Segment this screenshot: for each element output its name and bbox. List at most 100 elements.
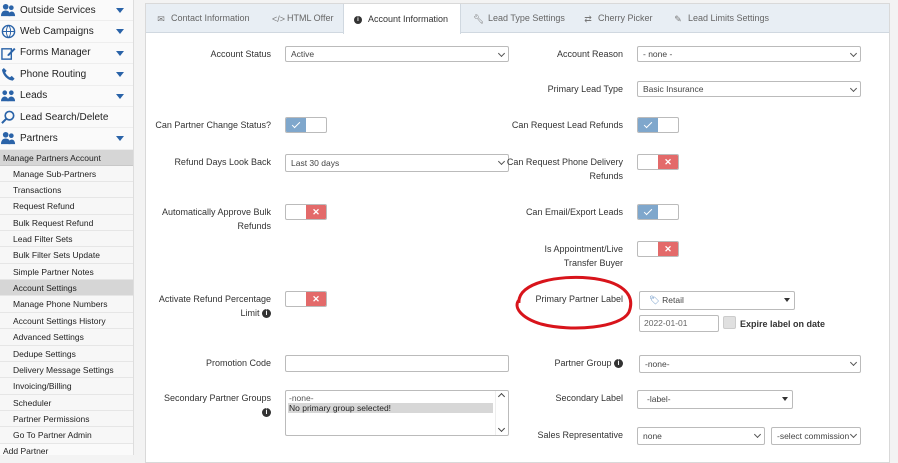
account-reason-label: Account Reason: [556, 49, 623, 59]
caret-down-icon[interactable]: [116, 72, 124, 78]
sidebar-subitem-bulk-filter-sets-update[interactable]: Bulk Filter Sets Update: [0, 247, 133, 264]
primary-partner-label-select[interactable]: 🏷︎ Retail: [639, 291, 795, 310]
tab-label: Lead Limits Settings: [688, 13, 770, 23]
sidebar-item-phone-routing[interactable]: Phone Routing: [0, 64, 133, 86]
sidebar-submenu: Manage Sub-Partners Transactions Request R…: [0, 165, 133, 444]
sidebar-item-label: Partners: [20, 133, 58, 145]
sidebar-subitem-transactions[interactable]: Transactions: [0, 182, 133, 199]
sidebar-item-label: Lead Search/Delete: [20, 111, 109, 123]
sidebar-item-forms-manager[interactable]: Forms Manager: [0, 43, 133, 65]
check-icon: [286, 118, 306, 132]
refund-days-look-back-label: Refund Days Look Back: [174, 157, 271, 167]
primary-lead-type-select[interactable]: Basic Insurance: [637, 81, 861, 97]
expire-label-checkbox[interactable]: [723, 316, 736, 329]
list-option[interactable]: -none-: [286, 391, 508, 403]
auto-approve-bulk-refunds-label: Automatically Approve Bulk Refunds: [161, 207, 271, 231]
sidebar: Outside Services Web Campaigns Forms Manag…: [0, 0, 134, 455]
group-icon: [1, 89, 16, 104]
tab-label: Cherry Picker: [598, 13, 653, 23]
tab-cherry-picker[interactable]: ⇄ Cherry Picker: [583, 4, 663, 33]
refund-days-look-back-select[interactable]: Last 30 days: [285, 154, 509, 172]
auto-approve-bulk-refunds-toggle[interactable]: ✕: [285, 204, 327, 220]
caret-down-icon[interactable]: [116, 50, 124, 56]
partner-group-text: Partner Group: [554, 358, 612, 368]
sales-representative-select[interactable]: none: [637, 427, 765, 445]
can-request-phone-delivery-refunds-toggle[interactable]: ✕: [637, 154, 679, 170]
is-appointment-live-transfer-toggle[interactable]: ✕: [637, 241, 679, 257]
activate-refund-percentage-limit-toggle[interactable]: ✕: [285, 291, 327, 307]
sidebar-item-partners[interactable]: Partners: [0, 128, 133, 150]
sidebar-subitem-account-settings-history[interactable]: Account Settings History: [0, 312, 133, 330]
tab-lead-limits-settings[interactable]: ✎ Lead Limits Settings: [673, 4, 783, 33]
tab-html-offer[interactable]: </> HTML Offer: [272, 4, 342, 33]
account-status-value: Active: [291, 49, 315, 59]
caret-down-icon[interactable]: [116, 8, 124, 13]
scroll-down-icon[interactable]: [497, 424, 506, 433]
account-reason-select[interactable]: - none -: [637, 46, 861, 62]
close-icon: ✕: [658, 242, 678, 256]
tab-label: Lead Type Settings: [488, 13, 565, 23]
chevron-down-icon: [849, 358, 858, 367]
users-icon: [1, 3, 16, 18]
caret-down-icon[interactable]: [116, 136, 124, 142]
sidebar-item-outside-services[interactable]: Outside Services: [0, 0, 133, 22]
tab-account-information[interactable]: i Account Information: [343, 4, 461, 34]
sidebar-subitem-scheduler[interactable]: Scheduler: [0, 394, 133, 411]
secondary-partner-groups-listbox[interactable]: -none- No primary group selected!: [285, 390, 509, 436]
caret-down-icon: [784, 298, 790, 302]
list-option-selected[interactable]: No primary group selected!: [288, 403, 493, 413]
envelope-icon: ✉: [157, 13, 165, 24]
primary-lead-type-label: Primary Lead Type: [547, 84, 623, 94]
tag-icon: 🏷︎: [649, 295, 660, 305]
phone-icon: [1, 67, 16, 82]
sidebar-subitem-lead-filter-sets[interactable]: Lead Filter Sets: [0, 231, 133, 248]
sidebar-item-web-campaigns[interactable]: Web Campaigns: [0, 21, 133, 43]
tab-lead-type-settings[interactable]: 🔧︎ Lead Type Settings: [473, 4, 573, 33]
sidebar-item-label: Outside Services: [20, 4, 96, 16]
sidebar-item-label: Web Campaigns: [20, 26, 94, 38]
sidebar-item-add-partner[interactable]: Add Partner: [0, 444, 133, 455]
tab-contact-information[interactable]: ✉ Contact Information: [156, 4, 272, 33]
sidebar-item-label: Forms Manager: [20, 47, 91, 59]
close-icon: ✕: [306, 205, 326, 219]
sidebar-subitem-advanced-settings[interactable]: Advanced Settings: [0, 329, 133, 346]
sidebar-subitem-manage-phone-numbers[interactable]: Manage Phone Numbers: [0, 296, 133, 313]
sidebar-item-leads[interactable]: Leads: [0, 86, 133, 107]
can-partner-change-status-toggle[interactable]: [285, 117, 327, 133]
secondary-label-select[interactable]: -label-: [637, 390, 793, 409]
sidebar-subitem-dedupe-settings[interactable]: Dedupe Settings: [0, 345, 133, 362]
tab-label: Contact Information: [171, 13, 250, 23]
sidebar-subitem-invoicing-billing[interactable]: Invoicing/Billing: [0, 378, 133, 395]
sidebar-item-label: Leads: [20, 90, 48, 102]
sidebar-subitem-bulk-request-refund[interactable]: Bulk Request Refund: [0, 214, 133, 232]
info-icon[interactable]: i: [262, 408, 271, 418]
account-status-select[interactable]: Active: [285, 46, 509, 62]
sidebar-item-lead-search-delete[interactable]: Lead Search/Delete: [0, 107, 133, 129]
sidebar-subitem-request-refund[interactable]: Request Refund: [0, 198, 133, 215]
info-icon[interactable]: i: [614, 359, 623, 369]
sidebar-subitem-account-settings[interactable]: Account Settings: [0, 280, 133, 297]
scroll-up-icon[interactable]: [497, 392, 506, 401]
promotion-code-input[interactable]: [285, 355, 509, 372]
sidebar-subitem-partner-permissions[interactable]: Partner Permissions: [0, 410, 133, 428]
sales-representative-value: none: [643, 431, 662, 441]
info-icon[interactable]: i: [262, 309, 271, 319]
primary-lead-type-value: Basic Insurance: [643, 84, 704, 94]
partner-group-select[interactable]: -none-: [639, 355, 861, 373]
commission-select[interactable]: -select commission: [771, 427, 861, 445]
sidebar-subitem-manage-sub-partners[interactable]: Manage Sub-Partners: [0, 165, 133, 183]
secondary-label-label: Secondary Label: [555, 393, 623, 403]
search-icon: [1, 110, 16, 125]
can-request-lead-refunds-toggle[interactable]: [637, 117, 679, 133]
caret-down-icon[interactable]: [116, 29, 124, 35]
sidebar-subitem-go-to-partner-admin[interactable]: Go To Partner Admin: [0, 427, 133, 444]
tab-label: Account Information: [368, 13, 449, 24]
can-email-export-leads-toggle[interactable]: [637, 204, 679, 220]
annotation-circle: [515, 275, 633, 330]
chevron-down-icon: [849, 49, 858, 58]
sidebar-nav: Outside Services Web Campaigns Forms Manag…: [0, 0, 133, 150]
sidebar-subitem-delivery-message-settings[interactable]: Delivery Message Settings: [0, 361, 133, 379]
caret-down-icon[interactable]: [116, 93, 124, 99]
sidebar-subitem-simple-partner-notes[interactable]: Simple Partner Notes: [0, 263, 133, 281]
label-expiry-date-input[interactable]: 2022-01-01: [639, 315, 719, 332]
